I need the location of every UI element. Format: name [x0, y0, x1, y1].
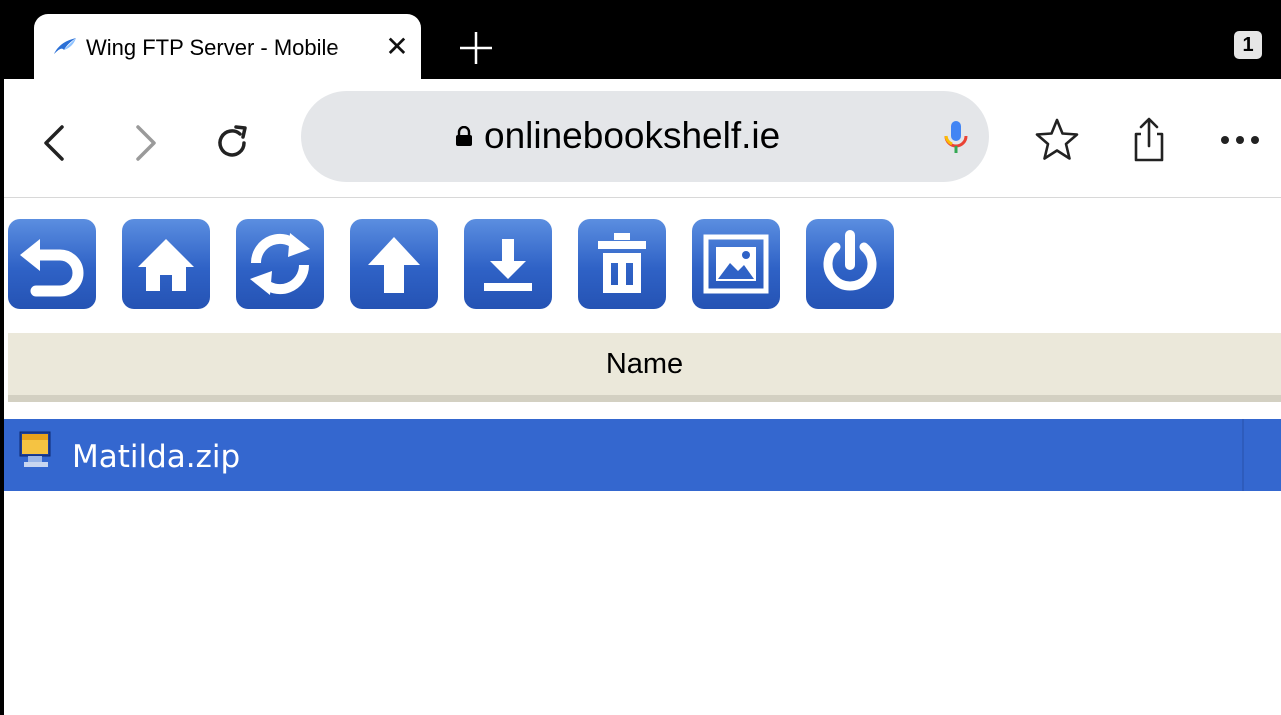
home-button[interactable]	[122, 219, 210, 309]
download-button[interactable]	[464, 219, 552, 309]
ftp-action-toolbar	[8, 219, 908, 309]
refresh-button[interactable]	[236, 219, 324, 309]
new-tab-icon[interactable]	[458, 30, 494, 66]
wing-favicon-icon	[54, 38, 76, 54]
go-back-button[interactable]	[8, 219, 96, 309]
home-icon	[138, 239, 194, 291]
archive-file-icon	[19, 431, 51, 467]
name-column-header[interactable]: Name	[8, 333, 1281, 395]
active-tab[interactable]: Wing FTP Server - Mobile ✕	[34, 14, 421, 79]
tab-count-badge[interactable]: 1	[1234, 31, 1262, 59]
bookmark-star-icon[interactable]	[1033, 116, 1081, 164]
file-name: Matilda.zip	[72, 439, 241, 475]
undo-arrow-icon	[20, 239, 84, 297]
lock-icon	[456, 126, 472, 146]
microphone-icon[interactable]	[943, 119, 969, 157]
thumbnail-view-button[interactable]	[692, 219, 780, 309]
reload-icon[interactable]	[212, 123, 252, 163]
tab-title: Wing FTP Server - Mobile	[86, 35, 339, 60]
delete-button[interactable]	[578, 219, 666, 309]
forward-arrow-icon[interactable]	[124, 123, 164, 163]
refresh-arrows-icon	[250, 233, 310, 295]
browser-toolbar: onlinebookshelf.ie	[4, 79, 1281, 198]
up-arrow-icon	[368, 237, 420, 293]
upload-button[interactable]	[350, 219, 438, 309]
url-text: onlinebookshelf.ie	[484, 115, 781, 156]
column-separator	[1242, 419, 1244, 491]
back-arrow-icon[interactable]	[36, 123, 76, 163]
share-icon[interactable]	[1125, 116, 1173, 164]
power-icon	[823, 230, 877, 291]
more-menu-icon[interactable]	[1216, 116, 1264, 164]
image-icon	[703, 234, 769, 294]
download-icon	[484, 239, 532, 291]
trash-icon	[598, 233, 646, 293]
logout-button[interactable]	[806, 219, 894, 309]
tab-strip: Wing FTP Server - Mobile ✕ 1	[0, 0, 1281, 79]
header-divider	[8, 395, 1281, 402]
table-row[interactable]: Matilda.zip	[4, 419, 1281, 491]
address-bar[interactable]: onlinebookshelf.ie	[301, 91, 989, 182]
tab-close-icon[interactable]: ✕	[382, 32, 412, 62]
